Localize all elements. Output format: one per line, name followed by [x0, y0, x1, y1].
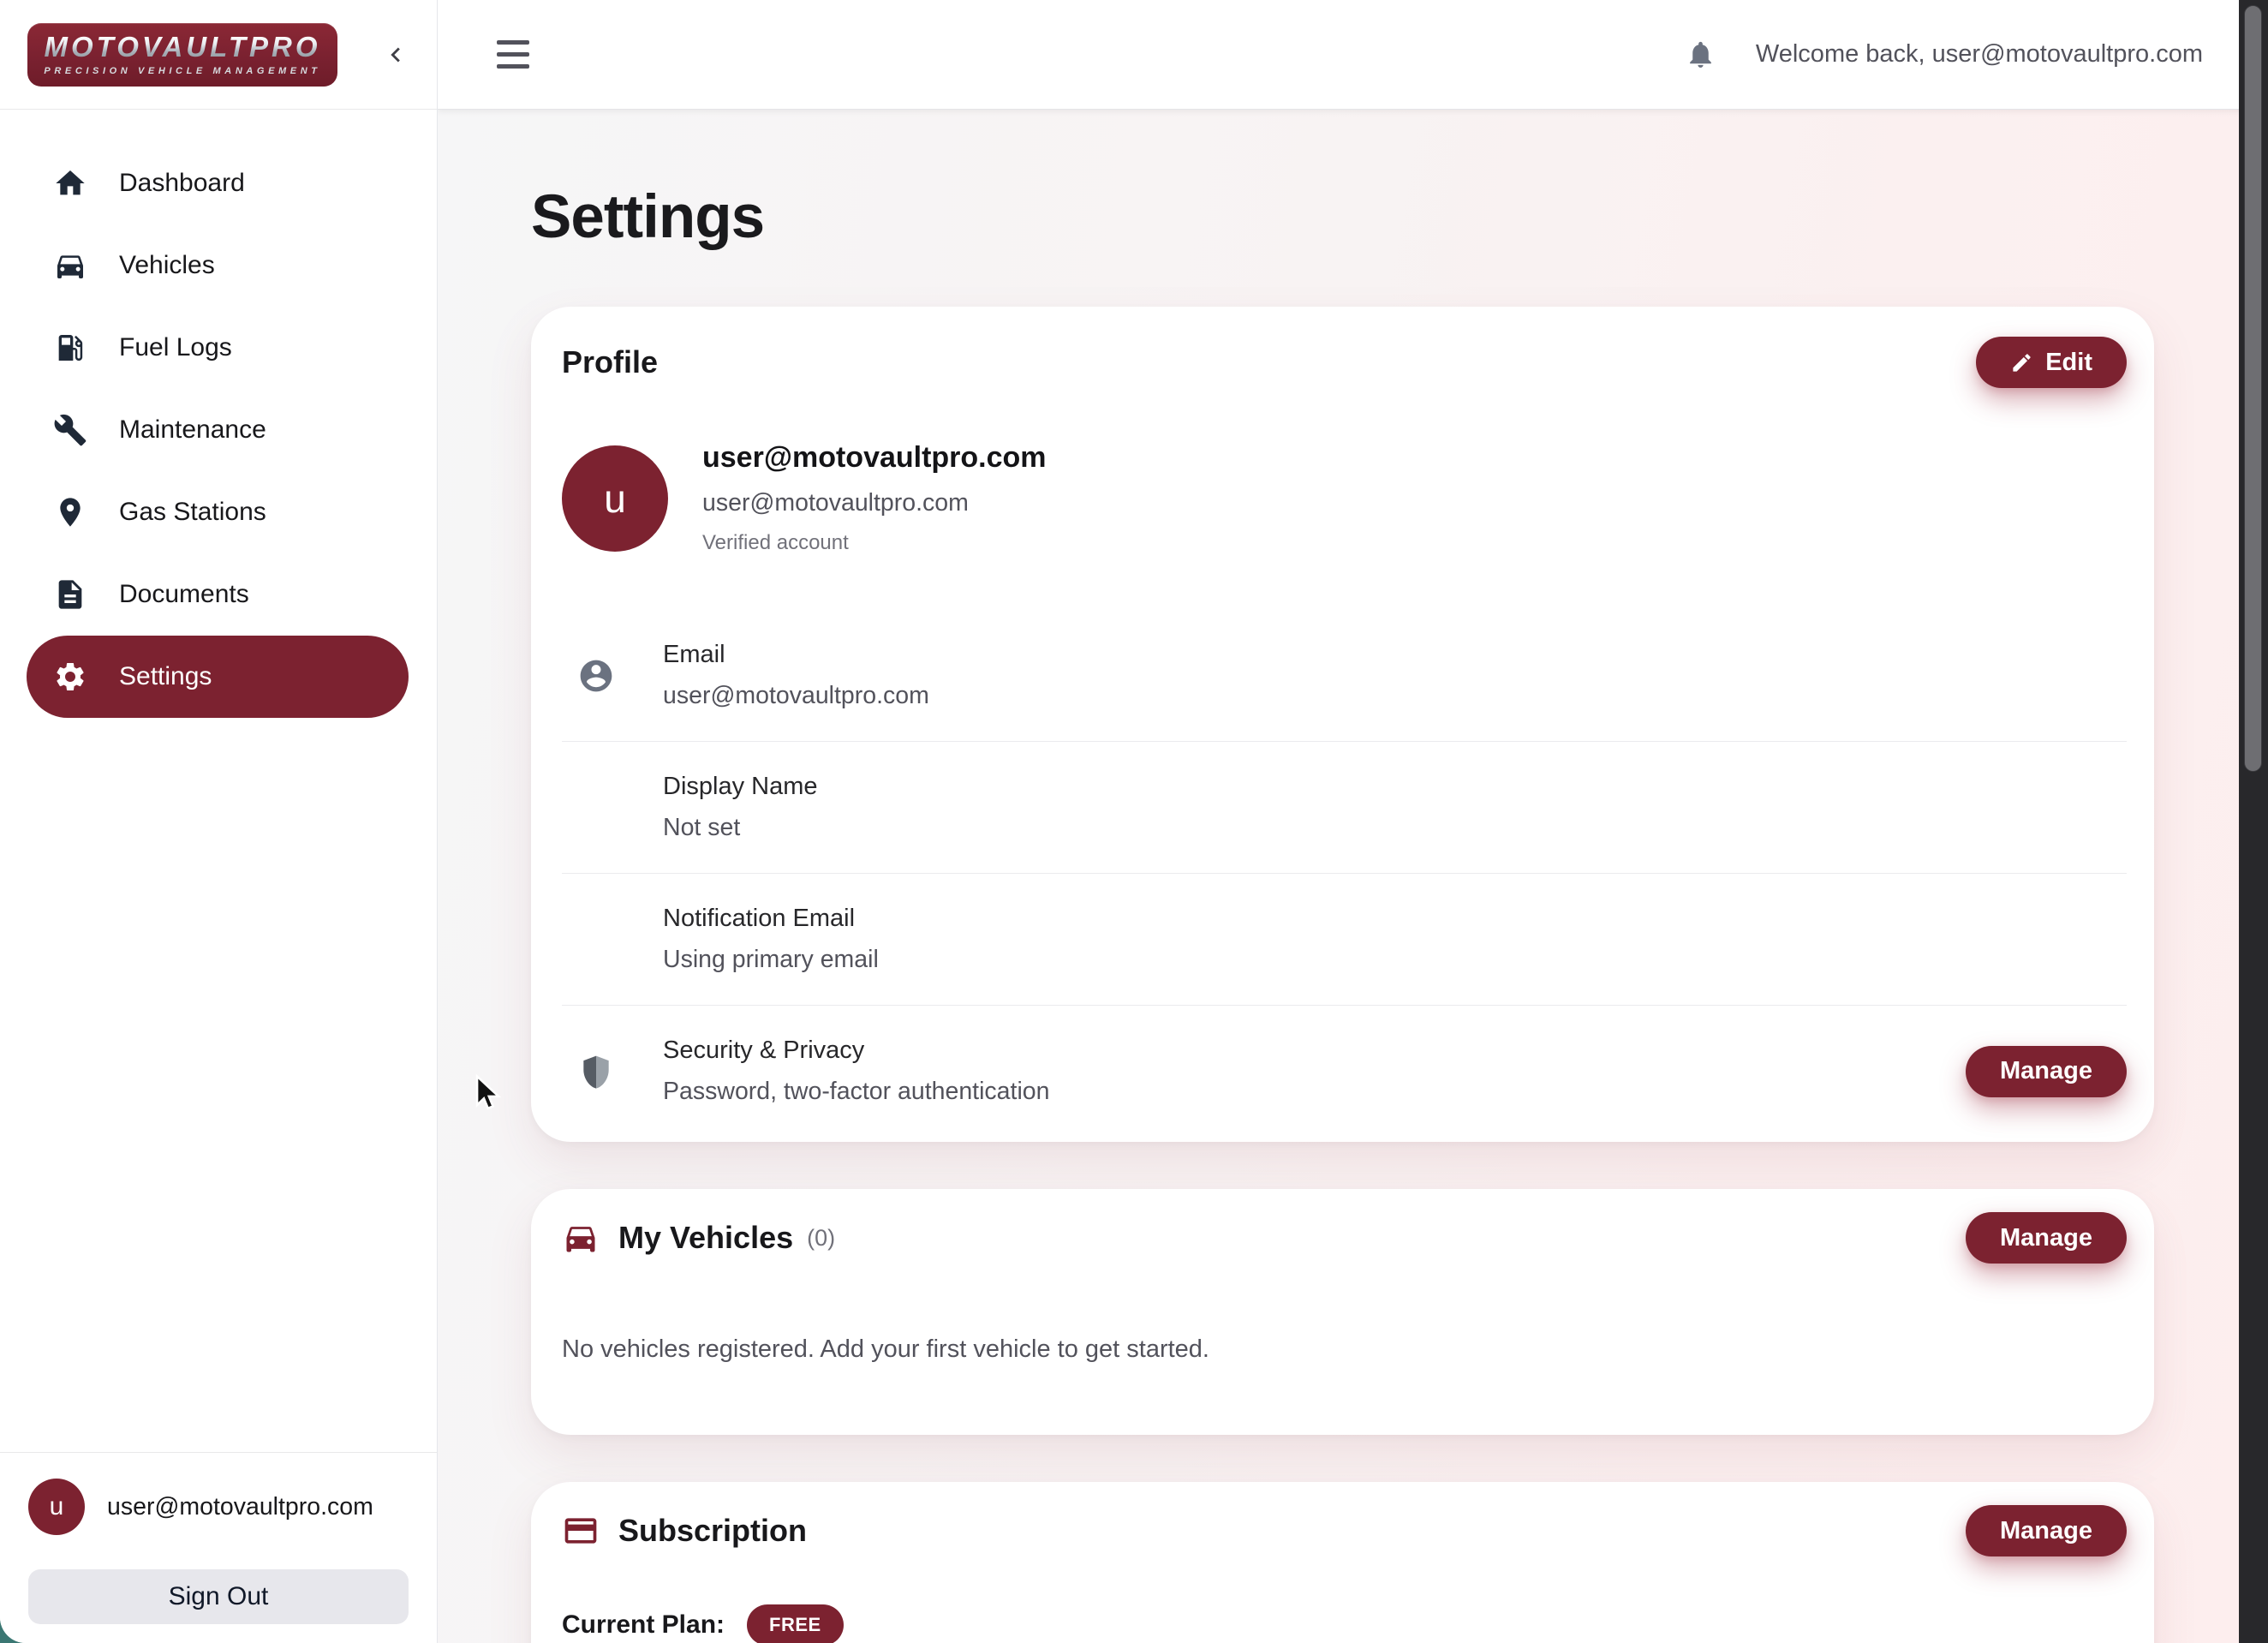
row-value: user@motovaultpro.com [663, 682, 929, 710]
sign-out-button[interactable]: Sign Out [28, 1569, 409, 1624]
subscription-card: Subscription Manage Current Plan: FREE [531, 1482, 2154, 1643]
row-value: Not set [663, 814, 818, 842]
app-logo: MOTOVAULTPRO PRECISION VEHICLE MANAGEMEN… [27, 23, 337, 87]
sidebar-item-dashboard[interactable]: Dashboard [27, 142, 409, 224]
profile-avatar: u [562, 445, 668, 552]
sidebar-item-fuel-logs[interactable]: Fuel Logs [27, 307, 409, 389]
profile-card-title: Profile [562, 344, 658, 380]
page-title: Settings [531, 187, 2268, 248]
sidebar-item-label: Settings [119, 662, 212, 691]
car-icon [53, 248, 87, 283]
logo-subtitle: PRECISION VEHICLE MANAGEMENT [44, 67, 320, 76]
topbar: Welcome back, user@motovaultpro.com [438, 0, 2268, 110]
pencil-icon [2010, 351, 2033, 374]
sidebar-item-documents[interactable]: Documents [27, 553, 409, 636]
sidebar-item-label: Gas Stations [119, 498, 266, 527]
row-value: Password, two-factor authentication [663, 1078, 1049, 1106]
avatar: u [28, 1479, 85, 1535]
sidebar-item-label: Fuel Logs [119, 333, 232, 362]
sidebar-item-label: Documents [119, 580, 249, 609]
profile-email: user@motovaultpro.com [702, 489, 1047, 517]
sidebar-item-label: Maintenance [119, 415, 266, 445]
sidebar-item-vehicles[interactable]: Vehicles [27, 224, 409, 307]
sidebar: MOTOVAULTPRO PRECISION VEHICLE MANAGEMEN… [0, 0, 438, 1643]
my-vehicles-card: My Vehicles (0) Manage No vehicles regis… [531, 1189, 2154, 1435]
my-vehicles-title: My Vehicles [618, 1220, 793, 1256]
wrench-icon [53, 413, 87, 447]
gear-icon [53, 660, 87, 694]
sidebar-item-gas-stations[interactable]: Gas Stations [27, 471, 409, 553]
vehicles-empty-text: No vehicles registered. Add your first v… [562, 1335, 2127, 1364]
profile-display-name: user@motovaultpro.com [702, 441, 1047, 475]
sidebar-item-maintenance[interactable]: Maintenance [27, 389, 409, 471]
row-icon-spacer [577, 921, 615, 959]
logo-title: MOTOVAULTPRO [45, 33, 321, 61]
manage-subscription-button[interactable]: Manage [1966, 1505, 2127, 1556]
sidebar-item-settings[interactable]: Settings [27, 636, 409, 718]
scrollbar-thumb[interactable] [2244, 5, 2262, 772]
shield-icon [577, 1053, 615, 1090]
current-plan-label: Current Plan: [562, 1610, 725, 1640]
document-icon [53, 577, 87, 612]
profile-verified-status: Verified account [702, 531, 1047, 555]
welcome-message: Welcome back, user@motovaultpro.com [1756, 40, 2203, 69]
row-label: Notification Email [663, 905, 879, 933]
manage-security-button[interactable]: Manage [1966, 1046, 2127, 1097]
main-area: Welcome back, user@motovaultpro.com Sett… [438, 0, 2268, 1643]
row-label: Email [663, 641, 929, 669]
map-pin-icon [53, 495, 87, 529]
edit-button-label: Edit [2045, 349, 2092, 377]
profile-card: Profile Edit u user@motovaultpro.com use… [531, 307, 2154, 1142]
subscription-title: Subscription [618, 1513, 807, 1549]
row-label: Display Name [663, 773, 818, 801]
profile-row-notification-email: Notification Email Using primary email [562, 874, 2127, 1006]
hamburger-menu-button[interactable] [497, 40, 529, 69]
sidebar-collapse-button[interactable] [377, 36, 415, 74]
profile-row-display-name: Display Name Not set [562, 742, 2127, 874]
app-window: MOTOVAULTPRO PRECISION VEHICLE MANAGEMEN… [0, 0, 2268, 1643]
sidebar-user: u user@motovaultpro.com [28, 1479, 409, 1535]
fuel-pump-icon [53, 331, 87, 365]
sidebar-item-label: Dashboard [119, 169, 245, 198]
profile-row-email: Email user@motovaultpro.com [562, 610, 2127, 742]
person-circle-icon [577, 657, 615, 695]
home-icon [53, 166, 87, 200]
row-icon-spacer [577, 789, 615, 827]
scrollbar-track[interactable] [2239, 0, 2268, 1643]
sidebar-user-email: user@motovaultpro.com [107, 1493, 373, 1521]
sidebar-item-label: Vehicles [119, 251, 215, 280]
row-label: Security & Privacy [663, 1037, 1049, 1065]
sidebar-header: MOTOVAULTPRO PRECISION VEHICLE MANAGEMEN… [0, 0, 437, 110]
car-icon [562, 1219, 600, 1257]
profile-row-security: Security & Privacy Password, two-factor … [562, 1006, 2127, 1137]
vehicles-count: (0) [807, 1225, 835, 1252]
credit-card-icon [562, 1512, 600, 1550]
edit-profile-button[interactable]: Edit [1976, 337, 2127, 388]
row-value: Using primary email [663, 946, 879, 974]
chevron-left-icon [381, 40, 410, 69]
sidebar-nav: Dashboard Vehicles Fuel Logs Maintenance [0, 110, 437, 718]
sidebar-footer: u user@motovaultpro.com Sign Out [0, 1452, 437, 1643]
manage-vehicles-button[interactable]: Manage [1966, 1212, 2127, 1264]
plan-badge: FREE [747, 1604, 844, 1643]
notifications-bell-button[interactable] [1685, 39, 1716, 70]
bell-icon [1685, 39, 1716, 70]
page-content: Settings Profile Edit u user@motovaultp [438, 110, 2268, 1643]
